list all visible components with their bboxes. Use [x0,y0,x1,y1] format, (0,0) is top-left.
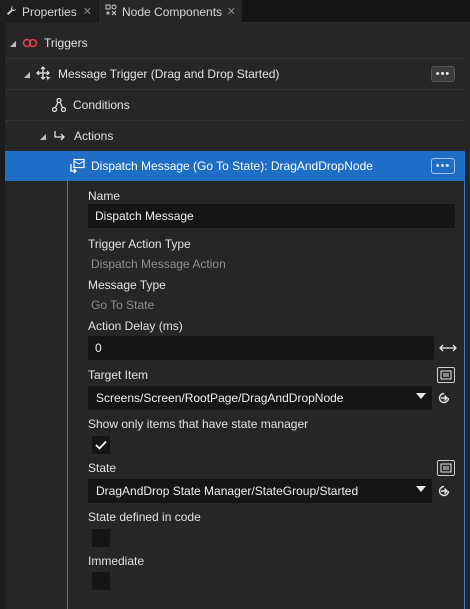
tree-item-triggers[interactable]: ◢ Triggers [5,28,465,59]
name-label: Name [88,189,121,203]
drag-drop-icon [36,66,52,82]
component-icon [105,4,117,19]
tree-item-label: Triggers [44,36,88,50]
state-manager-only-label: Show only items that have state manager [88,417,309,431]
dispatch-message-icon [69,158,85,174]
target-item-value: Screens/Screen/RootPage/DragAndDropNode [96,391,344,405]
trigger-icon [22,35,38,51]
actions-icon [52,128,68,144]
state-picker-icon[interactable] [437,460,455,476]
state-label: State [88,461,117,475]
name-field[interactable]: Dispatch Message [88,204,455,228]
collapse-arrow-icon[interactable]: ◢ [8,39,18,48]
chevron-down-icon [416,393,426,399]
close-icon[interactable]: ✕ [83,5,92,18]
trigger-action-type-value: Dispatch Message Action [91,257,226,271]
action-delay-label: Action Delay (ms) [88,319,183,333]
tab-properties-label: Properties [22,4,77,19]
tab-node-components-label: Node Components [122,4,223,19]
state-value: DragAndDrop State Manager/StateGroup/Sta… [96,484,359,498]
immediate-checkbox[interactable] [92,572,110,590]
tree-item-label: Conditions [73,98,130,112]
drag-adjust-icon[interactable] [439,340,457,356]
navigate-to-icon[interactable] [436,483,452,499]
tree-item-message-trigger[interactable]: ◢ Message Trigger (Drag and Drop Started… [5,59,465,90]
target-item-label: Target Item [88,368,149,382]
collapse-arrow-icon[interactable]: ◢ [38,132,48,141]
tree-item-actions[interactable]: ◢ Actions [5,121,465,152]
message-type-value: Go To State [91,298,155,312]
tab-properties[interactable]: Properties ✕ [0,0,98,23]
message-type-label: Message Type [88,278,166,292]
tab-bar: Properties ✕ Node Components ✕ [0,0,470,23]
wrench-icon [6,5,17,19]
more-options-button[interactable]: ••• [431,158,455,174]
navigate-to-icon[interactable] [436,390,452,406]
state-manager-only-checkbox[interactable] [92,436,110,454]
chevron-down-icon [416,486,426,492]
target-item-dropdown[interactable]: Screens/Screen/RootPage/DragAndDropNode [88,386,432,410]
action-delay-field[interactable]: 0 [88,336,434,360]
tab-node-components[interactable]: Node Components ✕ [99,0,242,23]
immediate-label: Immediate [88,554,145,568]
tree-item-label: Message Trigger (Drag and Drop Started) [58,67,280,81]
tree-item-conditions[interactable]: Conditions [5,90,465,121]
element-picker-icon[interactable] [437,367,455,383]
tree-item-label: Dispatch Message (Go To State): DragAndD… [91,159,373,173]
trigger-action-type-label: Trigger Action Type [88,237,191,251]
state-in-code-label: State defined in code [88,510,201,524]
tree-item-label: Actions [74,129,114,143]
more-options-button[interactable]: ••• [431,66,455,82]
state-in-code-checkbox[interactable] [92,529,110,547]
state-dropdown[interactable]: DragAndDrop State Manager/StateGroup/Sta… [88,479,432,503]
conditions-icon [51,97,67,113]
collapse-arrow-icon[interactable]: ◢ [22,70,32,79]
action-properties-box: Name Dispatch Message Trigger Action Typ… [67,181,465,609]
tree-item-dispatch-message[interactable]: Dispatch Message (Go To State): DragAndD… [5,151,465,181]
close-icon[interactable]: ✕ [227,5,236,18]
